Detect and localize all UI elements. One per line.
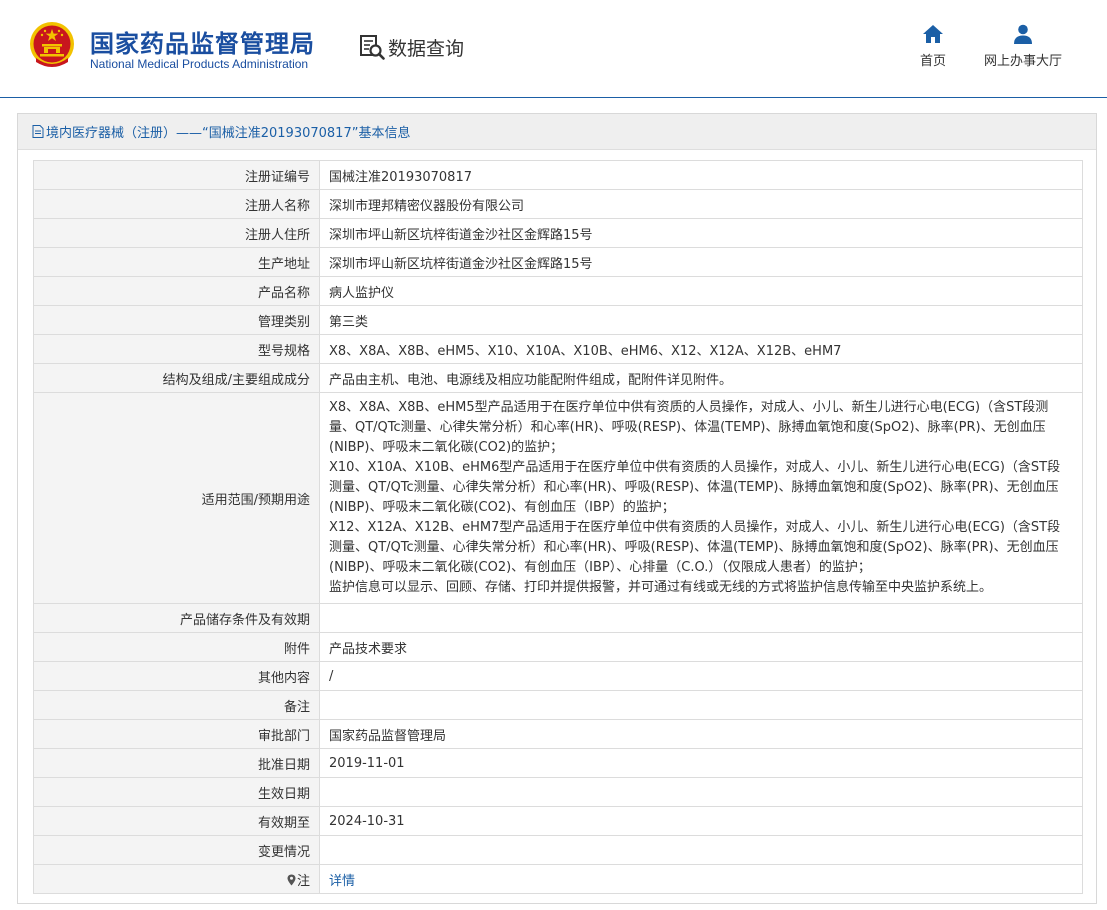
field-label: 有效期至 [33, 806, 320, 836]
home-icon [923, 25, 943, 43]
table-row: 变更情况 [33, 835, 1083, 865]
basic-info-panel: 境内医疗器械（注册）——“国械注准20193070817”基本信息 注册证编号 … [17, 113, 1097, 904]
org-name-en: National Medical Products Administration [90, 57, 309, 71]
field-value: 第三类 [319, 305, 1083, 335]
field-label: 型号规格 [33, 334, 320, 364]
org-name-cn: 国家药品监督管理局 [90, 30, 315, 58]
text-line: X10、X10A、X10B、eHM6型产品适用于在医疗单位中供有资质的人员操作，… [329, 460, 1061, 515]
site-header: 国家药品监督管理局 National Medical Products Admi… [0, 0, 1107, 98]
nav-home-label: 首页 [919, 54, 946, 69]
table-row: 注册人住所 深圳市坪山新区坑梓街道金沙社区金辉路15号 [33, 218, 1083, 248]
field-label: 变更情况 [33, 835, 320, 865]
table-row: 产品名称 病人监护仪 [33, 276, 1083, 306]
user-icon [1014, 24, 1032, 44]
table-row: 其他内容 / [33, 661, 1083, 691]
table-row: 有效期至 2024-10-31 [33, 806, 1083, 836]
table-row: 注册证编号 国械注准20193070817 [33, 160, 1083, 190]
field-value: 产品由主机、电池、电源线及相应功能配附件组成，配附件详见附件。 [319, 363, 1083, 393]
field-label: 注册人名称 [33, 189, 320, 219]
field-value: / [319, 661, 1083, 691]
table-row: 生产地址 深圳市坪山新区坑梓街道金沙社区金辉路15号 [33, 247, 1083, 277]
table-row: 注 详情 [33, 864, 1083, 894]
field-label: 生产地址 [33, 247, 320, 277]
table-row: 备注 [33, 690, 1083, 720]
text-line: 监护信息可以显示、回顾、存储、打印并提供报警，并可通过有线或无线的方式将监护信息… [329, 580, 993, 595]
table-row: 适用范围/预期用途 X8、X8A、X8B、eHM5型产品适用于在医疗单位中供有资… [33, 392, 1083, 604]
pin-icon [287, 874, 296, 885]
note-label-cell: 注 [33, 864, 320, 894]
field-value: 病人监护仪 [319, 276, 1083, 306]
field-value [319, 603, 1083, 633]
field-label: 生效日期 [33, 777, 320, 807]
field-value [319, 690, 1083, 720]
field-value: 深圳市理邦精密仪器股份有限公司 [319, 189, 1083, 219]
field-label: 附件 [33, 632, 320, 662]
field-label: 注册人住所 [33, 218, 320, 248]
data-query-icon [360, 35, 385, 60]
data-query-title[interactable]: 数据查询 [358, 32, 464, 62]
table-row: 注册人名称 深圳市理邦精密仪器股份有限公司 [33, 189, 1083, 219]
field-value: 产品技术要求 [319, 632, 1083, 662]
nav-online-office[interactable]: 网上办事大厅 [978, 24, 1068, 69]
field-value: 深圳市坪山新区坑梓街道金沙社区金辉路15号 [319, 247, 1083, 277]
field-label: 其他内容 [33, 661, 320, 691]
field-label: 备注 [33, 690, 320, 720]
table-row: 结构及组成/主要组成成分 产品由主机、电池、电源线及相应功能配附件组成，配附件详… [33, 363, 1083, 393]
table-row: 批准日期 2019-11-01 [33, 748, 1083, 778]
table-row: 型号规格 X8、X8A、X8B、eHM5、X10、X10A、X10B、eHM6、… [33, 334, 1083, 364]
field-label: 审批部门 [33, 719, 320, 749]
panel-title: 境内医疗器械（注册）——“国械注准20193070817”基本信息 [46, 126, 411, 141]
field-label: 产品名称 [33, 276, 320, 306]
field-value: 深圳市坪山新区坑梓街道金沙社区金辉路15号 [319, 218, 1083, 248]
document-icon [32, 125, 44, 138]
field-value [319, 835, 1083, 865]
field-value: 国械注准20193070817 [319, 160, 1083, 190]
field-label: 批准日期 [33, 748, 320, 778]
field-value: 国家药品监督管理局 [319, 719, 1083, 749]
text-line: X8、X8A、X8B、eHM5型产品适用于在医疗单位中供有资质的人员操作，对成人… [329, 400, 1049, 455]
national-emblem-icon [30, 22, 74, 67]
table-row: 管理类别 第三类 [33, 305, 1083, 335]
details-link[interactable]: 详情 [329, 874, 355, 889]
field-label: 适用范围/预期用途 [33, 392, 320, 604]
field-value: 详情 [319, 864, 1083, 894]
table-row: 产品储存条件及有效期 [33, 603, 1083, 633]
table-row: 审批部门 国家药品监督管理局 [33, 719, 1083, 749]
field-label: 管理类别 [33, 305, 320, 335]
field-label: 结构及组成/主要组成成分 [33, 363, 320, 393]
field-label: 注 [296, 873, 310, 889]
info-table: 注册证编号 国械注准20193070817 注册人名称 深圳市理邦精密仪器股份有… [33, 160, 1083, 894]
field-value-multiline: X8、X8A、X8B、eHM5型产品适用于在医疗单位中供有资质的人员操作，对成人… [319, 392, 1083, 604]
field-value [319, 777, 1083, 807]
field-value: X8、X8A、X8B、eHM5、X10、X10A、X10B、eHM6、X12、X… [319, 334, 1083, 364]
field-label: 注册证编号 [33, 160, 320, 190]
table-row: 生效日期 [33, 777, 1083, 807]
field-label: 产品储存条件及有效期 [33, 603, 320, 633]
nav-online-office-label: 网上办事大厅 [983, 54, 1062, 69]
field-value: 2019-11-01 [319, 748, 1083, 778]
data-query-label: 数据查询 [388, 37, 465, 60]
panel-header: 境内医疗器械（注册）——“国械注准20193070817”基本信息 [18, 114, 1096, 150]
nav-home[interactable]: 首页 [912, 24, 954, 69]
field-value: 2024-10-31 [319, 806, 1083, 836]
text-line: X12、X12A、X12B、eHM7型产品适用于在医疗单位中供有资质的人员操作，… [329, 520, 1061, 575]
table-row: 附件 产品技术要求 [33, 632, 1083, 662]
